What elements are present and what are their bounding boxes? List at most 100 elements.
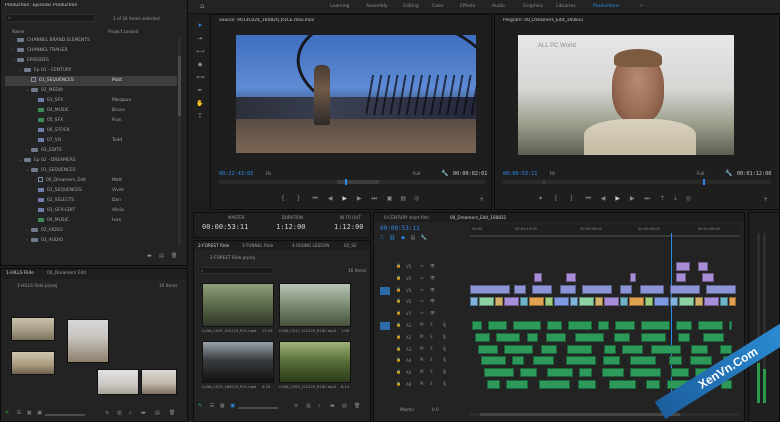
audio-clip[interactable] (487, 380, 500, 389)
bin2-tab-forest[interactable]: 2-FOREST Ride (198, 243, 229, 248)
tree-item[interactable]: 05_SFX Fran (5, 116, 177, 126)
toggle-output-icon[interactable]: 👁 (430, 287, 435, 292)
audio-clip[interactable] (520, 368, 537, 378)
video-track-header[interactable]: 🔒 V5 ▭ 👁 (374, 261, 468, 272)
extract-icon[interactable]: ⇣ (673, 195, 678, 202)
insert-icon[interactable]: ▣ (387, 195, 393, 202)
source-patch[interactable] (380, 369, 390, 377)
video-clip[interactable] (579, 297, 594, 306)
bin-thumb-2[interactable] (67, 319, 109, 363)
audio-clip[interactable] (527, 332, 538, 342)
audio-clip[interactable] (614, 332, 630, 342)
graphic-clip[interactable] (534, 273, 542, 282)
hand-icon[interactable]: ✋ (196, 100, 204, 108)
icon-view-icon[interactable]: ▦ (27, 410, 32, 416)
new-item-icon[interactable]: ▤ (159, 253, 164, 259)
audio-clip[interactable] (481, 356, 506, 366)
pencil-icon[interactable]: ✎ (5, 410, 9, 416)
mark-out-icon[interactable]: } (297, 195, 301, 202)
lock-track-icon[interactable]: 🔒 (396, 275, 401, 280)
bin2-tab-se[interactable]: 02_SE (344, 243, 357, 248)
column-header-locked[interactable]: Project Locked (108, 29, 138, 34)
home-icon[interactable]: ⌂ (200, 2, 204, 10)
video-clip[interactable] (620, 297, 628, 306)
audio-clip[interactable] (512, 356, 524, 366)
video-clip[interactable] (470, 285, 510, 294)
workspace-tab-effects[interactable]: Effects (460, 4, 475, 9)
video-clip[interactable] (554, 297, 569, 306)
tree-item[interactable]: ⌄ EPISODES (5, 56, 177, 66)
video-clip[interactable] (720, 297, 728, 306)
bin2-thumb-3[interactable] (202, 341, 274, 383)
delete-icon[interactable]: 🗑 (354, 403, 360, 409)
lift-icon[interactable]: ⇡ (660, 195, 665, 202)
source-patch[interactable] (380, 275, 390, 283)
voiceover-record-icon[interactable]: 🎙 (442, 381, 447, 386)
mute-icon[interactable]: M (420, 369, 423, 374)
bin2-search-input[interactable]: ⌕ (198, 267, 274, 274)
audio-clip[interactable] (578, 380, 596, 389)
lock-track-icon[interactable]: 🔒 (396, 287, 401, 292)
audio-track-header[interactable]: 🔒 A6 M S 🎙 (374, 379, 468, 390)
source-patch[interactable] (380, 322, 390, 330)
audio-clip[interactable] (472, 321, 482, 330)
source-patch[interactable] (380, 263, 390, 271)
audio-clip[interactable] (575, 332, 604, 342)
timeline-tab-dreamers[interactable]: 00_Dreamers_Edit_160831 (450, 215, 506, 220)
bin2-thumb-1[interactable] (202, 283, 274, 327)
delete-icon[interactable]: 🗑 (171, 253, 177, 259)
mute-icon[interactable]: M (420, 357, 423, 362)
audio-track-header[interactable]: 🔒 A1 M S 🎙 (374, 320, 468, 331)
audio-clip[interactable] (547, 368, 573, 378)
frame-forward-icon[interactable]: ▶ (630, 195, 635, 202)
audio-clip[interactable] (671, 368, 689, 378)
sync-lock-icon[interactable]: ▭ (420, 310, 424, 315)
bin2-thumb-4[interactable] (279, 341, 351, 383)
graphic-clip[interactable] (698, 262, 708, 271)
audio-clip[interactable] (541, 344, 557, 354)
source-patch[interactable] (380, 286, 390, 295)
audio-clip[interactable] (506, 380, 528, 389)
new-item-icon[interactable]: ▤ (342, 403, 347, 409)
source-scrubber[interactable] (219, 179, 485, 185)
zoom-slider[interactable] (238, 407, 278, 409)
timeline-ruler[interactable]: 00:00 00:00:15:00 00:00:30:00 00:00:45:00 00… (470, 225, 740, 239)
tree-item[interactable]: 00_Dreamers_Edit Matt (5, 176, 177, 186)
marker-icon[interactable]: ◆ (401, 235, 405, 241)
video-clip[interactable] (545, 297, 553, 306)
video-clip[interactable] (595, 297, 603, 306)
export-frame-icon[interactable]: ◎ (414, 195, 419, 202)
sort-icon[interactable]: ≡ (294, 403, 298, 409)
audio-clip[interactable] (615, 321, 635, 330)
export-frame-icon[interactable]: ◎ (686, 195, 691, 202)
ripple-edit-icon[interactable]: ⟷ (196, 48, 205, 56)
video-clip[interactable] (706, 285, 736, 294)
source-add-button-icon[interactable]: + (479, 196, 484, 203)
source-quality-select[interactable]: Full (413, 172, 421, 177)
tree-item[interactable]: 07_VO Todd (5, 136, 177, 146)
video-clip[interactable] (560, 285, 576, 294)
workspace-tab-audio[interactable]: Audio (492, 4, 505, 9)
step-back-icon[interactable]: ⏮ (585, 195, 590, 203)
icon-view-icon[interactable]: ▦ (220, 403, 225, 409)
lock-track-icon[interactable]: 🔒 (396, 310, 401, 315)
tree-item[interactable]: 06_STOCK (5, 126, 177, 136)
program-add-button-icon[interactable]: + (763, 196, 768, 203)
work-area-bar[interactable] (470, 235, 740, 237)
step-back-icon[interactable]: ⏮ (313, 195, 318, 203)
lock-track-icon[interactable]: 🔒 (396, 263, 401, 268)
video-clip[interactable] (529, 297, 544, 306)
source-patch[interactable] (380, 381, 390, 389)
audio-clip[interactable] (602, 368, 624, 378)
bin-thumb-4[interactable] (97, 369, 139, 395)
video-clip[interactable] (670, 285, 700, 294)
solo-icon[interactable]: S (430, 334, 433, 339)
find-icon[interactable]: ⌕ (129, 410, 132, 416)
voiceover-record-icon[interactable]: 🎙 (442, 357, 447, 362)
program-timecode-left[interactable]: 00:00:53:11 (503, 171, 537, 177)
audio-clip[interactable] (609, 380, 636, 389)
audio-track-header[interactable]: 🔒 A3 M S 🎙 (374, 344, 468, 355)
audio-clip[interactable] (676, 321, 692, 330)
zoom-slider[interactable] (45, 414, 85, 416)
project-scrollbar[interactable] (178, 36, 181, 246)
